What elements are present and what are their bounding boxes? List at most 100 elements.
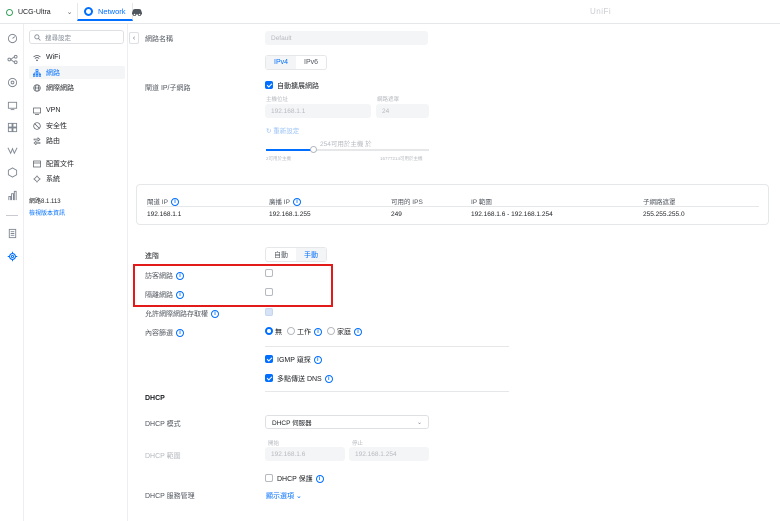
info-icon[interactable]: i	[354, 328, 362, 337]
info-icon[interactable]: i	[313, 356, 322, 365]
gateway-subnet-label: 閘道 IP/子網路	[145, 85, 191, 92]
allow-internet-checkbox[interactable]	[265, 308, 273, 316]
table-cell-subnet-mask: 255.255.255.0	[643, 211, 685, 218]
show-options-text: 顯示選項	[266, 493, 294, 500]
online-status-icon	[6, 8, 13, 16]
sidebar-item-label: 路由	[46, 137, 60, 145]
sidebar-item-profiles[interactable]: 配置文件	[29, 157, 125, 170]
insights-icon[interactable]	[6, 166, 18, 178]
top-bar: UCG-Ultra ⌄ Network UniFi	[0, 0, 780, 24]
sidebar-item-networks[interactable]: 網路	[29, 66, 125, 79]
sidebar-item-system[interactable]: 系統	[29, 172, 125, 185]
content-filter-none-radio[interactable]	[265, 327, 273, 335]
range-start-input[interactable]: 192.168.1.6	[265, 447, 345, 461]
dhcp-guard-label: DHCP 保護 i	[277, 474, 324, 484]
search-placeholder: 搜尋設定	[45, 35, 71, 42]
dhcp-mode-value: DHCP 伺服器	[272, 420, 312, 427]
reset-link[interactable]: ↻ 重新設定	[266, 125, 299, 135]
igmp-snooping-checkbox[interactable]	[265, 355, 273, 363]
stats-icon[interactable]	[6, 121, 18, 133]
section-divider	[265, 346, 509, 347]
dhcp-guard-checkbox[interactable]	[265, 474, 273, 482]
logs-icon[interactable]	[6, 227, 18, 239]
network-app-icon	[84, 6, 93, 16]
tab-network[interactable]: Network	[77, 3, 133, 21]
auto-scale-label: 自動擴展網路	[277, 83, 319, 90]
car-icon[interactable]	[131, 7, 143, 16]
sidebar-item-label: WiFi	[46, 54, 60, 61]
content-filter-text: 內容篩選	[145, 330, 173, 337]
shield-icon	[33, 121, 41, 130]
routing-icon	[33, 136, 41, 145]
table-cell-broadcast-ip: 192.168.1.255	[269, 211, 311, 218]
subnet-slider-handle[interactable]	[310, 146, 317, 153]
netmask-input[interactable]: 24	[376, 104, 429, 118]
topology-icon[interactable]	[6, 53, 18, 65]
info-icon[interactable]: i	[324, 375, 333, 384]
mdns-text: 多點傳送 DNS	[277, 376, 322, 383]
app-version: 網路8.1.113	[29, 199, 61, 205]
multicast-dns-label: 多點傳送 DNS i	[277, 374, 333, 384]
settings-search-input[interactable]: 搜尋設定	[29, 30, 124, 44]
chevron-down-icon: ⌄	[66, 9, 73, 16]
sidebar-item-wifi[interactable]: WiFi	[29, 51, 125, 64]
slider-caption: 254可用於主機 於	[320, 141, 372, 148]
document-icon	[33, 160, 41, 167]
devices-icon[interactable]	[6, 76, 18, 88]
info-icon[interactable]: i	[176, 329, 184, 338]
sidebar-item-label: 配置文件	[46, 160, 74, 168]
auto-scale-checkbox[interactable]	[265, 81, 273, 89]
range-stop-input[interactable]: 192.168.1.254	[349, 447, 429, 461]
reset-link-label: 重新設定	[273, 128, 300, 135]
slider-min-caption: 2可用於主機	[266, 156, 292, 161]
allow-internet-text: 允許網際網路存取權	[145, 311, 208, 318]
device-selector[interactable]: UCG-Ultra ⌄	[6, 5, 73, 19]
dhcp-mode-select[interactable]: DHCP 伺服器 ⌄	[265, 415, 429, 429]
sidebar-item-label: 網際網路	[46, 84, 74, 92]
table-header-gateway-ip: 閘道 IP i	[147, 196, 179, 207]
sidebar-item-label: VPN	[46, 107, 61, 114]
table-header-subnet-mask: 子網路遮罩	[643, 199, 676, 206]
tab-network-label: Network	[98, 6, 126, 16]
tab-ipv6[interactable]: IPv6	[296, 56, 326, 69]
network-name-input[interactable]: Default	[265, 31, 428, 45]
host-address-label: 主機位址	[266, 97, 289, 103]
multicast-dns-checkbox[interactable]	[265, 374, 273, 382]
highlight-box	[133, 264, 333, 307]
sidebar-item-label: 安全性	[46, 122, 67, 130]
globe-icon	[33, 83, 41, 92]
info-icon[interactable]: i	[315, 475, 324, 484]
vpn-icon	[33, 107, 41, 115]
content-filter-family-radio[interactable]	[327, 327, 335, 335]
info-icon[interactable]: i	[211, 310, 219, 319]
security-rail-icon[interactable]	[6, 189, 18, 201]
settings-icon[interactable]	[6, 250, 18, 262]
gear-icon	[33, 175, 41, 182]
subnet-summary-table: 閘道 IP i 廣播 IP i 可用的 IPS IP 範圍 子網路遮罩 192.16…	[136, 184, 769, 225]
tab-manual[interactable]: 手動	[296, 248, 326, 261]
header-label: 廣播 IP	[269, 199, 290, 206]
info-icon[interactable]: i	[314, 328, 322, 337]
sidebar-item-routing[interactable]: 路由	[29, 134, 125, 147]
content-filter-work-radio[interactable]	[287, 327, 295, 335]
wifi-icon	[33, 54, 41, 61]
content-filter-work-label: 工作 i	[297, 327, 322, 337]
sidebar-item-label: 網路	[46, 69, 60, 77]
header-label: 閘道 IP	[147, 199, 168, 206]
range-stop-label: 停止	[352, 441, 364, 447]
sidebar-item-vpn[interactable]: VPN	[29, 104, 125, 117]
show-options-link[interactable]: 顯示選項 ⌄	[266, 491, 302, 501]
host-address-input[interactable]: 192.168.1.1	[265, 104, 371, 118]
content-filter-none-label: 無	[275, 329, 282, 336]
allow-internet-label: 允許網際網路存取權 i	[145, 309, 219, 319]
clients-icon[interactable]	[6, 99, 18, 111]
traffic-icon[interactable]	[6, 144, 18, 156]
tab-auto[interactable]: 自動	[266, 248, 296, 261]
release-notes-link[interactable]: 檢視版本資訊	[29, 208, 65, 217]
dashboard-icon[interactable]	[6, 32, 18, 44]
sidebar-item-security[interactable]: 安全性	[29, 119, 125, 132]
tab-ipv4[interactable]: IPv4	[266, 56, 297, 69]
family-text: 家庭	[337, 329, 351, 336]
table-header-ip-range: IP 範圍	[471, 199, 492, 206]
sidebar-item-internet[interactable]: 網際網路	[29, 81, 125, 94]
